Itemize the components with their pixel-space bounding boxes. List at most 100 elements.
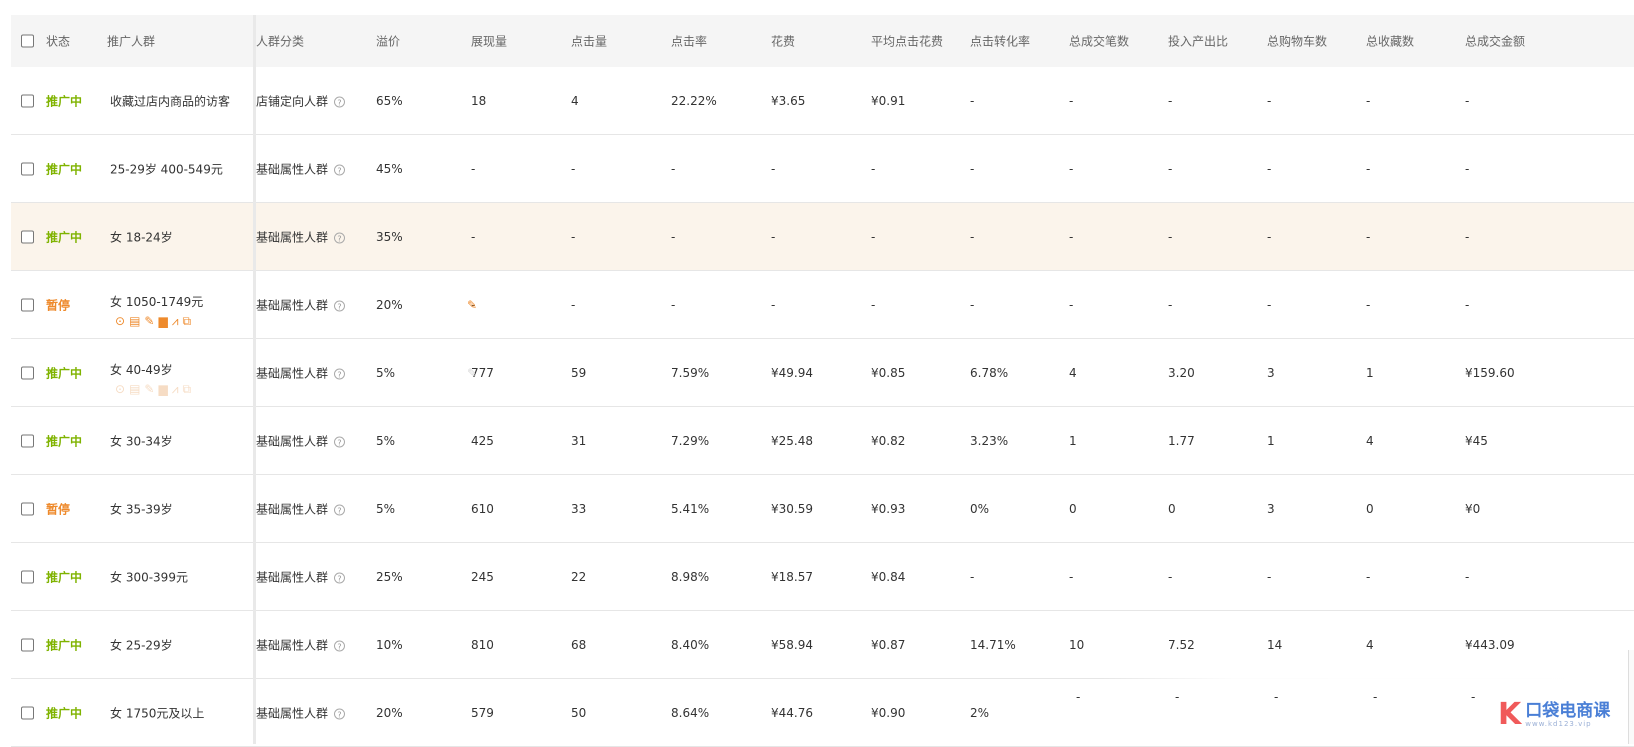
play-circle-icon[interactable]: ⊙ xyxy=(115,314,125,328)
header-cvr[interactable]: 点击转化率 xyxy=(970,33,1030,50)
help-icon[interactable]: ? xyxy=(334,708,346,719)
status-badge[interactable]: 推广中 xyxy=(46,568,82,585)
audience-category: 基础属性人群? xyxy=(256,704,346,721)
cost-value: ¥25.48 xyxy=(771,433,813,448)
trend-chart-icon[interactable]: ⩘ xyxy=(172,382,179,396)
row-checkbox[interactable] xyxy=(21,162,34,175)
status-badge[interactable]: 推广中 xyxy=(46,228,82,245)
scrollbar[interactable] xyxy=(1628,650,1634,744)
category-label: 基础属性人群 xyxy=(256,502,329,516)
header-cpc[interactable]: 平均点击花费 xyxy=(871,33,943,50)
status-badge[interactable]: 推广中 xyxy=(46,92,82,109)
cpc-value: - xyxy=(871,297,876,312)
header-ctr[interactable]: 点击率 xyxy=(671,33,707,50)
header-impressions[interactable]: 展现量 xyxy=(471,33,507,50)
premium-value: 45% xyxy=(376,161,403,176)
carts-value: 14 xyxy=(1267,637,1283,652)
row-checkbox[interactable] xyxy=(21,366,34,379)
clicks-value: 33 xyxy=(571,501,587,516)
status-badge[interactable]: 暂停 xyxy=(46,296,70,313)
help-icon[interactable]: ? xyxy=(334,640,346,651)
row-checkbox[interactable] xyxy=(21,434,34,447)
header-premium[interactable]: 溢价 xyxy=(376,33,400,50)
status-badge[interactable]: 暂停 xyxy=(46,500,70,517)
row-checkbox[interactable] xyxy=(21,230,34,243)
premium-value: 5% xyxy=(376,365,396,380)
header-category[interactable]: 人群分类 xyxy=(256,33,304,50)
overlay-dash: - xyxy=(1471,690,1476,704)
favs-value: 1 xyxy=(1366,365,1374,380)
report-icon[interactable]: ▤ xyxy=(129,382,140,396)
premium-value: 5% xyxy=(376,501,396,516)
header-roi[interactable]: 投入产出比 xyxy=(1168,33,1228,50)
help-icon[interactable]: ? xyxy=(334,232,346,243)
header-status[interactable]: 状态 xyxy=(46,33,70,50)
help-icon[interactable]: ? xyxy=(334,164,346,175)
header-carts[interactable]: 总购物车数 xyxy=(1267,33,1327,50)
help-icon[interactable]: ? xyxy=(334,572,346,583)
header-audience[interactable]: 推广人群 xyxy=(107,33,155,50)
roi-value: - xyxy=(1168,93,1173,108)
play-circle-icon[interactable]: ⊙ xyxy=(115,382,125,396)
carts-value: - xyxy=(1267,297,1272,312)
row-checkbox[interactable] xyxy=(21,502,34,515)
edit-premium-icon[interactable]: ✎ xyxy=(467,298,477,312)
favs-value: 4 xyxy=(1366,637,1374,652)
delete-icon[interactable]: ▆ xyxy=(158,314,167,328)
audience-category: 店铺定向人群? xyxy=(256,92,346,109)
ctr-value: - xyxy=(671,161,676,176)
copy-icon[interactable]: ⧉ xyxy=(182,382,191,396)
report-icon[interactable]: ▤ xyxy=(129,314,140,328)
edit-premium-icon[interactable]: ✎ xyxy=(467,366,477,380)
select-all-checkbox[interactable] xyxy=(21,34,34,48)
row-checkbox[interactable] xyxy=(21,94,34,107)
orders-value: 10 xyxy=(1069,637,1085,652)
cvr-value: 3.23% xyxy=(970,433,1009,448)
cpc-value: - xyxy=(871,229,876,244)
edit-icon[interactable]: ✎ xyxy=(144,314,154,328)
header-cost[interactable]: 花费 xyxy=(771,33,795,50)
row-checkbox[interactable] xyxy=(21,298,34,311)
impressions-value: 579 xyxy=(471,705,494,720)
help-icon[interactable]: ? xyxy=(334,368,346,379)
clicks-value: 4 xyxy=(571,93,579,108)
help-icon[interactable]: ? xyxy=(334,96,346,107)
help-icon[interactable]: ? xyxy=(334,504,346,515)
roi-value: - xyxy=(1168,297,1173,312)
audience-name: 收藏过店内商品的访客 xyxy=(110,94,231,108)
premium-value: 20% xyxy=(376,705,403,720)
clicks-value: 59 xyxy=(571,365,587,380)
row-checkbox[interactable] xyxy=(21,638,34,651)
edit-icon[interactable]: ✎ xyxy=(144,382,154,396)
header-orders[interactable]: 总成交笔数 xyxy=(1069,33,1129,50)
status-badge[interactable]: 推广中 xyxy=(46,704,82,721)
help-icon[interactable]: ? xyxy=(334,300,346,311)
status-badge[interactable]: 推广中 xyxy=(46,160,82,177)
header-clicks[interactable]: 点击量 xyxy=(571,33,607,50)
status-badge[interactable]: 推广中 xyxy=(46,364,82,381)
status-badge[interactable]: 推广中 xyxy=(46,432,82,449)
impressions-value: 245 xyxy=(471,569,494,584)
row-checkbox[interactable] xyxy=(21,706,34,719)
ctr-value: - xyxy=(671,297,676,312)
trend-chart-icon[interactable]: ⩘ xyxy=(172,314,179,328)
cost-value: ¥18.57 xyxy=(771,569,813,584)
orders-value: - xyxy=(1069,161,1074,176)
row-checkbox[interactable] xyxy=(21,570,34,583)
audience-category: 基础属性人群? xyxy=(256,228,346,245)
clicks-value: 31 xyxy=(571,433,587,448)
cpc-value: ¥0.93 xyxy=(871,501,906,516)
category-label: 基础属性人群 xyxy=(256,298,329,312)
orders-value: 1 xyxy=(1069,433,1077,448)
header-favs[interactable]: 总收藏数 xyxy=(1366,33,1414,50)
delete-icon[interactable]: ▆ xyxy=(158,382,167,396)
cost-value: - xyxy=(771,161,776,176)
cost-value: ¥3.65 xyxy=(771,93,806,108)
status-badge[interactable]: 推广中 xyxy=(46,636,82,653)
copy-icon[interactable]: ⧉ xyxy=(182,314,191,328)
watermark-brand: 口袋电商课 xyxy=(1525,701,1611,721)
help-icon[interactable]: ? xyxy=(334,436,346,447)
header-gmv[interactable]: 总成交金额 xyxy=(1465,33,1525,50)
carts-value: 3 xyxy=(1267,365,1275,380)
gmv-value: - xyxy=(1465,229,1470,244)
